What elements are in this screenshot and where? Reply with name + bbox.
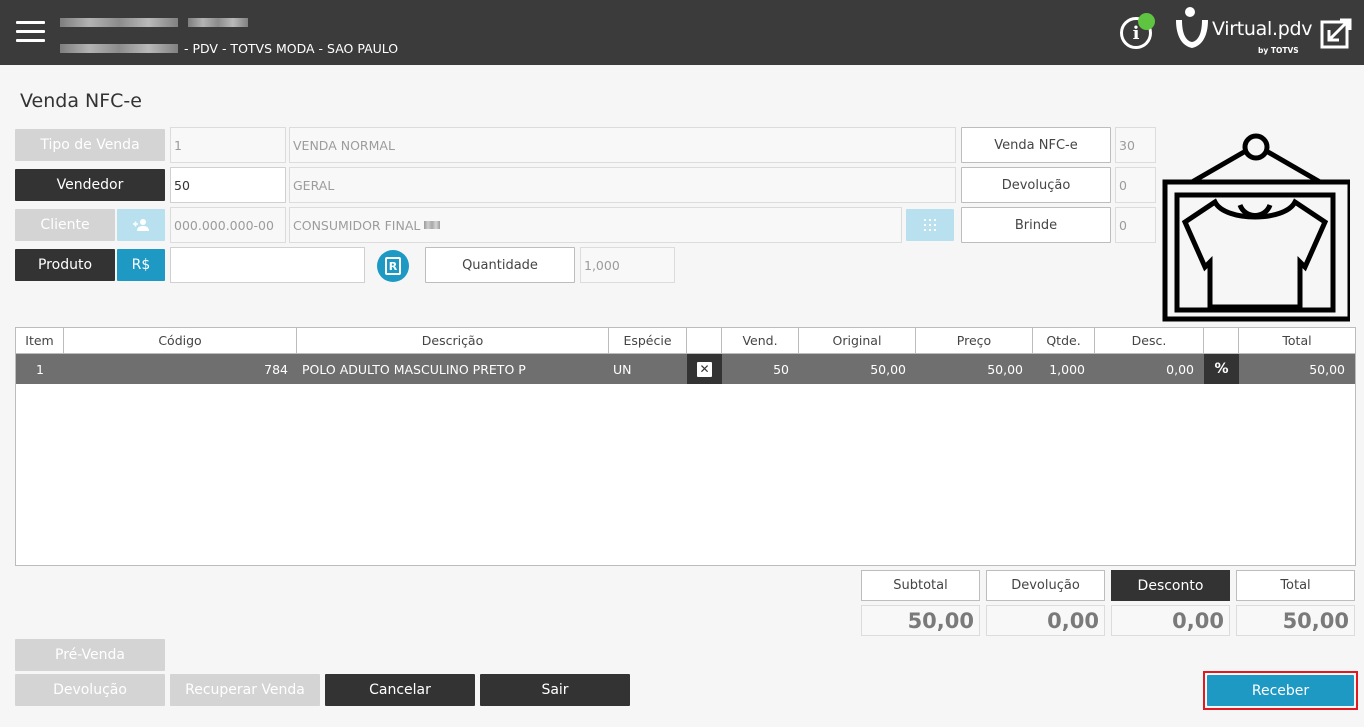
desconto-button[interactable]: Desconto <box>1111 570 1230 601</box>
percent-icon: % <box>1214 361 1229 377</box>
row-vend: 50 <box>773 361 789 377</box>
produto-button[interactable]: Produto <box>15 249 115 281</box>
row-total: 50,00 <box>1309 361 1345 377</box>
col-qtde[interactable]: Qtde. <box>1033 328 1095 353</box>
devolucao-value: 0,00 <box>986 605 1105 636</box>
menu-icon[interactable] <box>16 21 45 43</box>
pre-venda-button[interactable]: Pré-Venda <box>15 639 165 671</box>
store-name <box>60 15 248 29</box>
remove-item-button[interactable]: ✕ <box>687 354 722 384</box>
items-grid: Item Código Descrição Espécie Vend. Orig… <box>15 327 1356 566</box>
tipo-venda-button[interactable]: Tipo de Venda <box>15 129 165 161</box>
discount-item-button[interactable]: % <box>1204 354 1239 384</box>
barcode-reader-button[interactable]: R <box>377 250 409 282</box>
store-location: - PDV - TOTVS MODA - SAO PAULO <box>60 40 398 56</box>
counter-devolucao-button[interactable]: Devolução <box>961 167 1111 203</box>
vendedor-button[interactable]: Vendedor <box>15 169 165 201</box>
store-subtitle: - PDV - TOTVS MODA - SAO PAULO <box>184 40 399 56</box>
keypad-icon <box>924 219 936 231</box>
vendedor-code-field[interactable]: 50 <box>170 167 286 203</box>
counter-venda-nfce-button[interactable]: Venda NFC-e <box>961 127 1111 163</box>
col-item[interactable]: Item <box>16 328 64 353</box>
subtotal-value: 50,00 <box>861 605 980 636</box>
col-preco[interactable]: Preço <box>916 328 1033 353</box>
vendedor-description-field: GERAL <box>289 167 956 203</box>
col-discount <box>1204 328 1239 353</box>
price-lookup-button[interactable]: R$ <box>117 249 165 281</box>
status-online-icon <box>1138 13 1155 30</box>
col-remove <box>687 328 722 353</box>
cliente-button[interactable]: Cliente <box>15 209 115 241</box>
subtotal-label: Subtotal <box>861 570 980 601</box>
add-person-icon <box>133 219 149 231</box>
desconto-value: 0,00 <box>1111 605 1230 636</box>
cliente-description-text: CONSUMIDOR FINAL <box>293 217 421 233</box>
row-descricao: POLO ADULTO MASCULINO PRETO P <box>302 361 526 377</box>
virtual-pdv-logo: Virtual.pdv by TOTVS <box>1172 6 1313 60</box>
row-qtde: 1,000 <box>1049 361 1085 377</box>
row-especie: UN <box>613 361 632 377</box>
cliente-document-field[interactable]: 000.000.000-00 <box>170 207 286 243</box>
row-original: 50,00 <box>870 361 906 377</box>
quantidade-field[interactable]: 1,000 <box>580 247 675 283</box>
devolucao-button[interactable]: Devolução <box>15 674 165 706</box>
cancelar-button[interactable]: Cancelar <box>325 674 475 706</box>
total-label: Total <box>1236 570 1355 601</box>
counter-brinde-button[interactable]: Brinde <box>961 207 1111 243</box>
row-desc: 0,00 <box>1166 361 1194 377</box>
col-especie[interactable]: Espécie <box>609 328 687 353</box>
receber-highlight: Receber <box>1203 671 1358 710</box>
product-shirt-icon <box>1162 133 1350 322</box>
counter-devolucao-value: 0 <box>1115 167 1156 203</box>
logo-mark-icon <box>1176 7 1208 48</box>
quantidade-button[interactable]: Quantidade <box>425 247 575 283</box>
cliente-description-field: CONSUMIDOR FINAL <box>289 207 902 243</box>
close-box-icon: ✕ <box>697 361 712 377</box>
add-client-button[interactable] <box>117 209 165 241</box>
recuperar-venda-button[interactable]: Recuperar Venda <box>170 674 320 706</box>
col-original[interactable]: Original <box>799 328 916 353</box>
popout-exit-icon[interactable] <box>1320 16 1353 49</box>
top-bar: - PDV - TOTVS MODA - SAO PAULO i Virtual… <box>0 0 1364 65</box>
devolucao-label: Devolução <box>986 570 1105 601</box>
counter-brinde-value: 0 <box>1115 207 1156 243</box>
col-codigo[interactable]: Código <box>64 328 297 353</box>
page-title: Venda NFC-e <box>20 90 142 112</box>
counter-venda-nfce-value: 30 <box>1115 127 1156 163</box>
tipo-venda-description-field: VENDA NORMAL <box>289 127 956 163</box>
col-descricao[interactable]: Descrição <box>297 328 609 353</box>
col-total[interactable]: Total <box>1239 328 1355 353</box>
row-preco: 50,00 <box>987 361 1023 377</box>
produto-input[interactable] <box>170 247 365 283</box>
reader-icon: R <box>385 257 401 275</box>
col-vend[interactable]: Vend. <box>722 328 799 353</box>
logo-text: Virtual.pdv <box>1212 18 1313 40</box>
grid-header: Item Código Descrição Espécie Vend. Orig… <box>16 328 1355 354</box>
row-item: 1 <box>36 361 44 377</box>
table-row[interactable]: 1 784 POLO ADULTO MASCULINO PRETO P UN ✕… <box>16 354 1355 384</box>
total-value: 50,00 <box>1236 605 1355 636</box>
sair-button[interactable]: Sair <box>480 674 630 706</box>
logo-subtext: by TOTVS <box>1258 46 1299 55</box>
tipo-venda-code-field[interactable]: 1 <box>170 127 286 163</box>
col-desc[interactable]: Desc. <box>1095 328 1204 353</box>
row-codigo: 784 <box>264 361 288 377</box>
receber-button[interactable]: Receber <box>1207 675 1354 706</box>
keypad-button[interactable] <box>906 209 954 241</box>
